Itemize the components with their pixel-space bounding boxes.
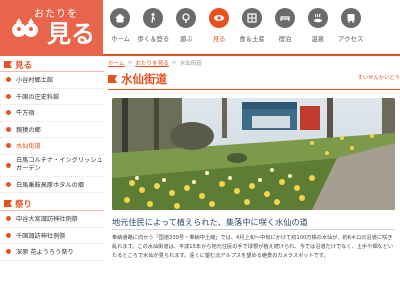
breadcrumb: ホーム > おたりを見る > 水仙街道 (108, 58, 400, 68)
nav-item-hot-spring[interactable]: 温泉 (301, 4, 334, 52)
sidebar-item-label: 白馬コルチナ・イングリッシュガーデン (16, 157, 103, 172)
flag-icon (4, 200, 12, 207)
bullet-icon (6, 93, 11, 99)
breadcrumb-home[interactable]: ホーム (108, 59, 125, 67)
nav-item-access[interactable]: アクセス (334, 4, 367, 52)
page-title: 水仙街道 (121, 71, 167, 86)
bullet-icon (6, 110, 11, 116)
bullet-icon (6, 126, 11, 132)
sidebar-item-festival-3[interactable]: 深原 花ようろう祭り (0, 244, 104, 261)
nav-label: アクセス (338, 35, 364, 43)
breadcrumb-separator: > (127, 60, 133, 66)
sidebar-item-museum[interactable]: 小谷村郷土館 (0, 72, 104, 89)
description-text: 奉納通路に向かう「国道330号・奉納中土線」では、4月上旬〜中旬にかけて約100… (112, 235, 394, 260)
flag-icon (108, 74, 117, 83)
sidebar-section-festival: 祭り (0, 197, 104, 211)
nav-item-see[interactable]: 見る (203, 4, 236, 52)
sidebar: 見る 小谷村郷土館 千国の庄史料館 牛方宿 親猿の郷 水仙街道 白馬コルチナ・イ… (0, 58, 104, 284)
sidebar-item-hotaru[interactable]: 白馬乗鞍高原ホタルの郷 (0, 177, 104, 193)
nav-item-home[interactable]: ホーム (104, 4, 137, 52)
access-icon (340, 8, 361, 28)
sidebar-section-see: 見る (0, 58, 104, 72)
sidebar-item-label: 牛方宿 (16, 110, 35, 118)
sidebar-item-history[interactable]: 千国の庄史料館 (0, 89, 104, 105)
main-nav: ホーム 歩く＆登る 遊ぶ 見る 食＆土産 宿泊 温泉 アクセス (104, 4, 400, 52)
sidebar-item-label: 小谷村郷土館 (16, 77, 54, 85)
nav-label: 遊ぶ (179, 35, 193, 43)
page-title-row: 水仙街道 すいせんかいどう (108, 68, 400, 90)
main-content: ホーム > おたりを見る > 水仙街道 水仙街道 すいせんかいどう 地元住民によ… (108, 58, 400, 284)
bullet-icon (6, 162, 11, 168)
play-icon (176, 8, 197, 28)
sidebar-item-label: 千国の庄史料館 (16, 93, 60, 101)
food-icon (242, 8, 262, 28)
nav-label: 宿泊 (278, 35, 292, 43)
sidebar-item-festival-2[interactable]: 千国諏訪神社例祭 (0, 228, 104, 244)
bullet-icon (6, 77, 11, 83)
nav-label: ホーム (110, 35, 130, 43)
sidebar-section-title: 見る (15, 60, 33, 71)
breadcrumb-separator: > (171, 60, 177, 66)
reading-text: すいせんかいどう (357, 75, 400, 81)
sidebar-item-label: 中谷大宮諏訪神社例祭 (16, 216, 78, 224)
sidebar-item-label: 千国諏訪神社例祭 (16, 232, 66, 240)
lodging-icon (274, 8, 295, 28)
bullet-icon (6, 181, 11, 187)
eye-icon (209, 8, 230, 28)
sidebar-item-oyasaru[interactable]: 親猿の郷 (0, 122, 104, 138)
home-icon (110, 8, 131, 28)
breadcrumb-parent[interactable]: おたりを見る (135, 59, 169, 67)
sidebar-item-festival-1[interactable]: 中谷大宮諏訪神社例祭 (0, 211, 104, 228)
nav-item-hiking[interactable]: 歩く＆登る (137, 4, 170, 52)
sidebar-item-label: 親猿の郷 (16, 126, 41, 134)
bullet-icon (6, 216, 11, 222)
sidebar-section-title: 祭り (15, 199, 33, 210)
nav-label: 温泉 (311, 35, 325, 43)
nav-label: 見る (212, 35, 226, 43)
site-logo[interactable]: おたりを 見る (0, 0, 103, 56)
logo-big-text: 見る (47, 19, 95, 48)
nav-item-lodging[interactable]: 宿泊 (268, 4, 301, 52)
hot-spring-icon (307, 8, 328, 28)
breadcrumb-current: 水仙街道 (179, 61, 202, 67)
bullet-icon (6, 143, 11, 149)
hiking-icon (143, 8, 164, 28)
nav-label: 歩く＆登る (137, 35, 170, 43)
daffodil-road-photo (112, 98, 395, 210)
site-header: おたりを 見る ホーム 歩く＆登る 遊ぶ 見る 食＆土産 宿泊 温泉 アクセス (0, 0, 400, 56)
flag-icon (4, 61, 12, 68)
sidebar-item-suisen[interactable]: 水仙街道 (0, 138, 104, 155)
nav-item-food[interactable]: 食＆土産 (236, 4, 269, 52)
sidebar-item-garden[interactable]: 白馬コルチナ・イングリッシュガーデン (0, 155, 104, 177)
sidebar-item-label: 白馬乗鞍高原ホタルの郷 (16, 181, 85, 189)
sidebar-item-ushikata[interactable]: 牛方宿 (0, 105, 104, 122)
nav-label: 食＆土産 (239, 35, 265, 43)
section-subheading: 地元住民によって植えられた、集落中に咲く水仙の道 (112, 216, 395, 230)
bullet-icon (6, 232, 11, 238)
sidebar-item-label: 深原 花ようろう祭り (16, 249, 74, 257)
bullet-icon (6, 249, 11, 255)
sidebar-item-label: 水仙街道 (16, 143, 41, 151)
nav-item-play[interactable]: 遊ぶ (170, 4, 203, 52)
